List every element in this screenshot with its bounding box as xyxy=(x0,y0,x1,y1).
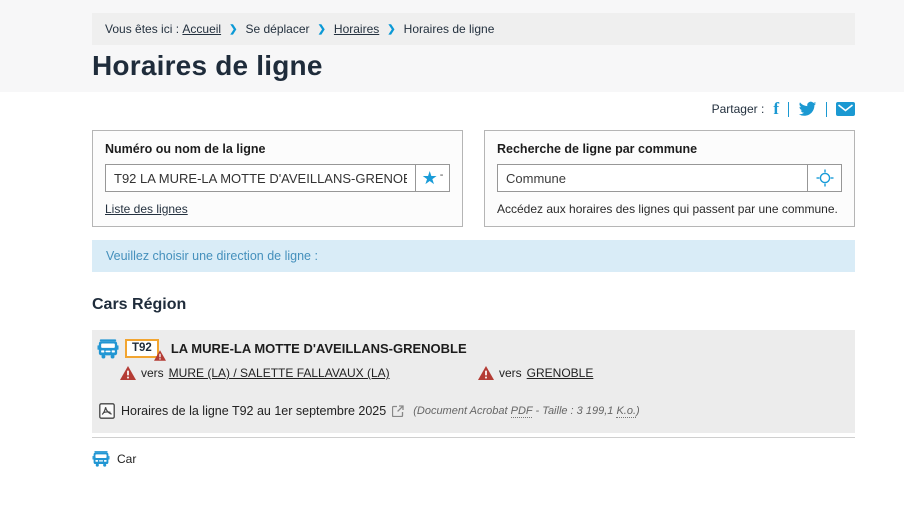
search-panels: Numéro ou nom de la ligne ★ - Liste des … xyxy=(92,130,855,227)
legend-label: Car xyxy=(117,452,136,466)
star-icon: ★ xyxy=(422,169,438,187)
direction-link-aller[interactable]: vers MURE (LA) / SALETTE FALLAVAUX (LA) xyxy=(120,366,390,380)
breadcrumb-prefix: Vous êtes ici : xyxy=(105,22,179,36)
facebook-icon[interactable]: f xyxy=(773,99,779,119)
commune-search-label: Recherche de ligne par commune xyxy=(497,142,842,156)
commune-search-help: Accédez aux horaires des lignes qui pass… xyxy=(497,202,842,216)
pdf-meta: (Document Acrobat PDF - Taille : 3 199,1… xyxy=(413,405,639,417)
line-name: LA MURE-LA MOTTE D'AVEILLANS-GRENOBLE xyxy=(171,341,467,356)
line-result-card: T92 LA MURE-LA MOTTE D'AVEILLANS-GRENOBL… xyxy=(92,330,855,433)
share-separator xyxy=(788,102,789,117)
line-search-group: ★ - xyxy=(105,164,450,192)
commune-search-panel: Recherche de ligne par commune Accédez a… xyxy=(484,130,855,227)
direction-label[interactable]: GRENOBLE xyxy=(527,366,594,380)
geolocate-button[interactable] xyxy=(807,165,841,191)
breadcrumb-item-current: Horaires de ligne xyxy=(404,22,495,36)
warning-icon xyxy=(154,350,166,361)
email-icon[interactable] xyxy=(836,102,855,116)
line-header: T92 LA MURE-LA MOTTE D'AVEILLANS-GRENOBL… xyxy=(97,338,841,359)
breadcrumb-item-se-deplacer: Se déplacer xyxy=(245,22,309,36)
commune-search-group xyxy=(497,164,842,192)
twitter-icon[interactable] xyxy=(798,101,817,117)
chevron-right-icon: ❯ xyxy=(318,24,326,35)
ko-abbr: K.o. xyxy=(616,405,636,418)
chevron-right-icon: ❯ xyxy=(387,24,395,35)
directions-row: vers MURE (LA) / SALETTE FALLAVAUX (LA) … xyxy=(120,366,841,384)
share-label: Partager : xyxy=(712,102,765,116)
direction-prefix: vers xyxy=(499,366,522,380)
line-badge: T92 xyxy=(125,339,159,358)
line-search-input[interactable] xyxy=(106,165,415,191)
bus-icon xyxy=(92,450,110,467)
pdf-abbr: PDF xyxy=(511,405,533,418)
share-bar: Partager : f xyxy=(92,99,855,119)
breadcrumb-link-horaires[interactable]: Horaires xyxy=(334,22,379,36)
legend-row: Car xyxy=(92,450,855,467)
pdf-icon xyxy=(99,403,115,419)
chevron-right-icon: ❯ xyxy=(229,24,237,35)
direction-link-retour[interactable]: vers GRENOBLE xyxy=(478,366,593,380)
geolocate-icon xyxy=(816,169,834,187)
pdf-document-row: Horaires de la ligne T92 au 1er septembr… xyxy=(99,403,841,419)
breadcrumb-link-accueil[interactable]: Accueil xyxy=(182,22,221,36)
warning-icon xyxy=(478,366,494,380)
breadcrumb: Vous êtes ici : Accueil ❯ Se déplacer ❯ … xyxy=(92,13,855,45)
direction-notice: Veuillez choisir une direction de ligne … xyxy=(92,240,855,272)
share-separator xyxy=(826,102,827,117)
line-search-panel: Numéro ou nom de la ligne ★ - Liste des … xyxy=(92,130,463,227)
pdf-link[interactable]: Horaires de la ligne T92 au 1er septembr… xyxy=(121,404,386,418)
favorite-star-button[interactable]: ★ - xyxy=(415,165,449,191)
star-dash: - xyxy=(440,169,444,181)
external-link-icon xyxy=(392,405,404,417)
warning-icon xyxy=(120,366,136,380)
line-search-label: Numéro ou nom de la ligne xyxy=(105,142,450,156)
section-title: Cars Région xyxy=(92,296,855,314)
line-list-link[interactable]: Liste des lignes xyxy=(105,202,188,216)
commune-search-input[interactable] xyxy=(498,165,807,191)
direction-prefix: vers xyxy=(141,366,164,380)
page-title: Horaires de ligne xyxy=(92,50,855,82)
divider xyxy=(92,437,855,438)
direction-label[interactable]: MURE (LA) / SALETTE FALLAVAUX (LA) xyxy=(169,366,390,380)
bus-icon xyxy=(97,338,119,359)
